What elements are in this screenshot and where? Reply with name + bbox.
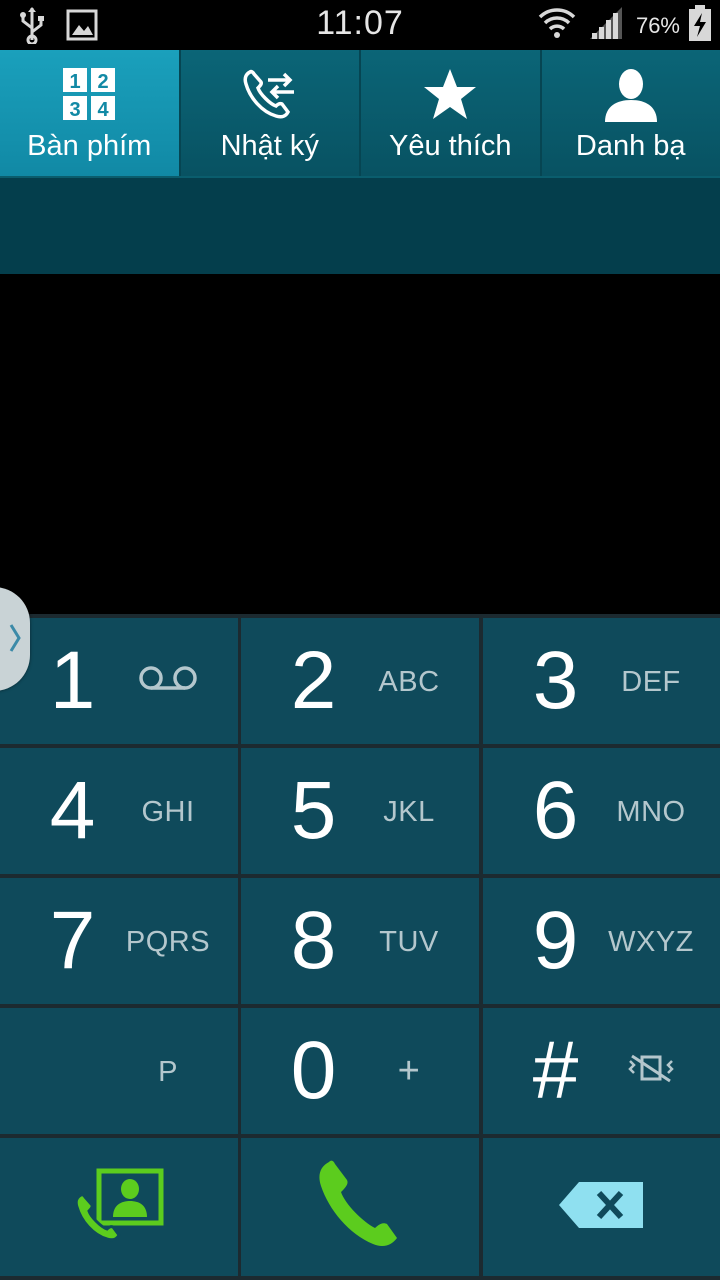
signal-icon — [588, 5, 624, 46]
key-7[interactable]: 7 PQRS — [0, 878, 238, 1004]
battery-charging-icon — [688, 4, 712, 47]
key-9[interactable]: 9 WXYZ — [483, 878, 720, 1004]
tab-bar: 1 2 3 4 Bàn phím Nhật ký Yêu thích Danh … — [0, 50, 720, 176]
star-icon — [361, 66, 540, 122]
call-button[interactable] — [241, 1138, 479, 1276]
tab-call-log[interactable]: Nhật ký — [180, 50, 361, 176]
status-bar: 11:07 76% — [0, 0, 720, 50]
tab-label: Danh bạ — [575, 130, 686, 162]
backspace-button[interactable] — [483, 1138, 720, 1276]
tab-keypad[interactable]: 1 2 3 4 Bàn phím — [0, 50, 181, 176]
key-3[interactable]: 3 DEF — [483, 618, 720, 744]
number-display[interactable] — [0, 176, 720, 274]
key-1[interactable]: 1 — [0, 618, 238, 744]
contact-person-icon — [542, 66, 720, 122]
add-contact-button[interactable] — [0, 1138, 238, 1276]
voicemail-icon — [118, 658, 218, 698]
key-letters: DEF — [621, 666, 681, 698]
key-5[interactable]: 5 JKL — [241, 748, 479, 874]
dialer-screen: 11:07 76% 1 2 3 4 Bàn phím Nhật ký Yêu t… — [0, 0, 720, 1280]
wifi-icon — [538, 5, 576, 46]
call-log-icon — [181, 66, 360, 122]
key-letters: + — [397, 1050, 421, 1092]
key-hash[interactable]: # — [483, 1008, 720, 1134]
keypad-grid-icon: 1 2 3 4 — [0, 66, 179, 122]
keypad-grid-digit: 2 — [98, 71, 109, 93]
tab-contacts[interactable]: Danh bạ — [541, 50, 720, 176]
key-letters: WXYZ — [608, 926, 694, 958]
status-bar-right: 76% — [538, 4, 712, 47]
keypad-grid-digit: 3 — [70, 99, 81, 120]
key-letters: GHI — [141, 796, 195, 828]
keypad: 1 2 ABC 3 DEF 4 GHI 5 JKL 6 MNO 7 PQRS 8… — [0, 614, 720, 1280]
key-4[interactable]: 4 GHI — [0, 748, 238, 874]
key-0[interactable]: 0 + — [241, 1008, 479, 1134]
key-letters: ABC — [378, 666, 440, 698]
tab-label: Bàn phím — [27, 130, 152, 162]
key-letters: JKL — [383, 796, 435, 828]
call-icon — [315, 1158, 405, 1257]
add-contact-icon — [73, 1165, 165, 1250]
key-2[interactable]: 2 ABC — [241, 618, 479, 744]
backspace-icon — [557, 1180, 647, 1235]
tab-favorites[interactable]: Yêu thích — [361, 50, 542, 176]
key-letters: P — [158, 1056, 178, 1088]
battery-percent: 76% — [635, 12, 680, 38]
key-6[interactable]: 6 MNO — [483, 748, 720, 874]
tab-label: Yêu thích — [388, 130, 512, 162]
chevron-right-icon — [8, 621, 22, 660]
key-letters: PQRS — [125, 926, 211, 958]
tab-label: Nhật ký — [220, 130, 319, 162]
keypad-grid-digit: 4 — [98, 99, 110, 120]
key-8[interactable]: 8 TUV — [241, 878, 479, 1004]
key-letters: TUV — [379, 926, 439, 958]
keypad-grid-digit: 1 — [70, 71, 81, 93]
key-letters: MNO — [616, 796, 686, 828]
key-star[interactable]: * P — [0, 1008, 238, 1134]
mute-vibrate-icon — [601, 1048, 701, 1088]
